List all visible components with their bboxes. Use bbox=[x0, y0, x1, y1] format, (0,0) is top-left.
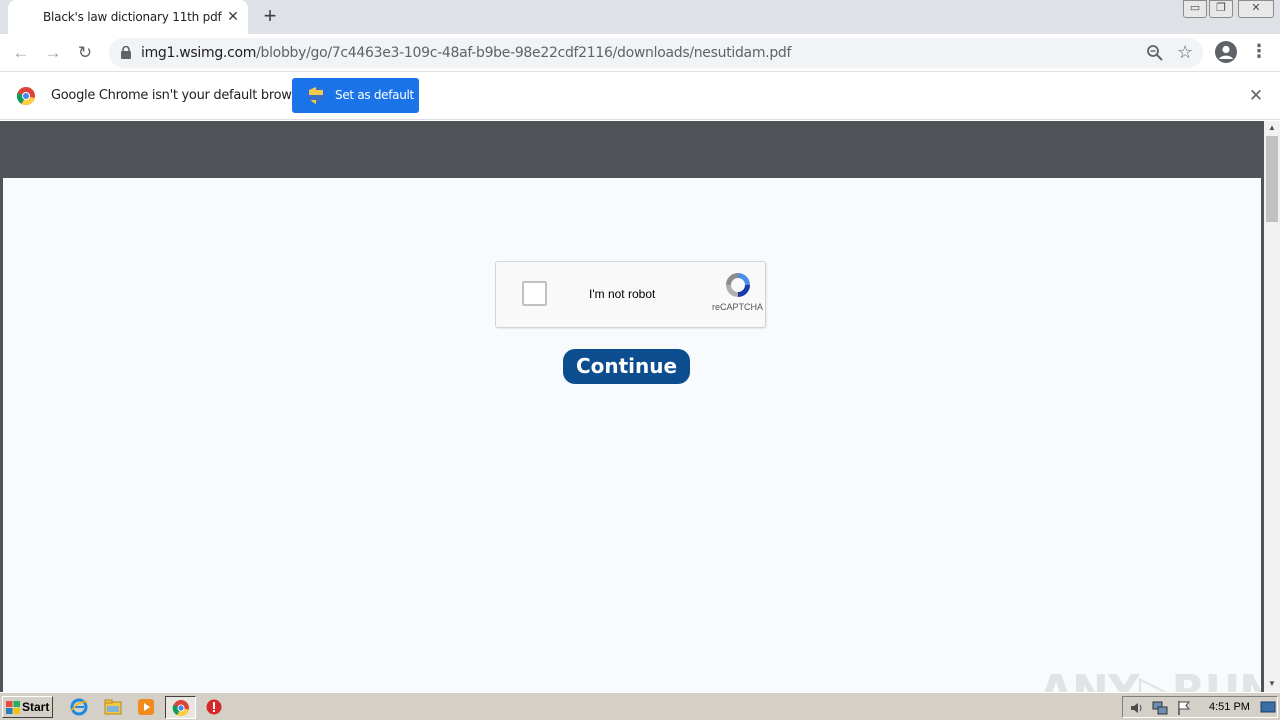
bookmark-star-icon[interactable]: ☆ bbox=[1177, 42, 1193, 63]
network-icon[interactable] bbox=[1151, 699, 1169, 717]
action-center-flag-icon[interactable] bbox=[1175, 699, 1193, 717]
captcha-label: I'm not robot bbox=[589, 287, 656, 301]
page-body: I'm not robot reCAPTCHA Continue ANY▷RUN bbox=[3, 178, 1276, 717]
page-viewport: I'm not robot reCAPTCHA Continue ANY▷RUN bbox=[0, 121, 1276, 717]
internet-explorer-icon[interactable] bbox=[70, 698, 88, 716]
taskbar-clock[interactable]: 4:51 PM bbox=[1209, 701, 1250, 713]
start-button[interactable]: Start bbox=[2, 696, 53, 718]
reload-button[interactable]: ↻ bbox=[71, 39, 99, 67]
scroll-thumb[interactable] bbox=[1266, 136, 1278, 222]
stop-icon[interactable] bbox=[205, 698, 223, 716]
windows-logo-icon bbox=[6, 701, 20, 714]
scroll-up-arrow-icon[interactable]: ▲ bbox=[1264, 121, 1280, 135]
captcha-checkbox[interactable] bbox=[522, 281, 547, 306]
continue-button[interactable]: Continue bbox=[563, 349, 690, 384]
browser-toolbar: ← → ↻ img1.wsimg.com/blobby/go/7c4463e3-… bbox=[0, 34, 1280, 72]
scroll-down-arrow-icon[interactable]: ▼ bbox=[1264, 677, 1280, 691]
lock-icon[interactable] bbox=[121, 46, 131, 59]
system-tray: 4:51 PM bbox=[1122, 696, 1278, 718]
continue-label: Continue bbox=[575, 354, 678, 378]
back-button[interactable]: ← bbox=[7, 39, 35, 67]
set-as-default-button[interactable]: Set as default bbox=[292, 78, 419, 113]
infobar-message: Google Chrome isn't your default browser bbox=[51, 88, 311, 103]
chrome-icon bbox=[17, 87, 35, 105]
recaptcha-widget: I'm not robot reCAPTCHA bbox=[495, 261, 766, 328]
new-tab-button[interactable]: + bbox=[258, 5, 282, 29]
tab-strip: Black's law dictionary 11th pdf ✕ + ▭ ❐ … bbox=[0, 0, 1280, 34]
tab-active[interactable]: Black's law dictionary 11th pdf ✕ bbox=[8, 0, 248, 34]
infobar-close-icon[interactable]: ✕ bbox=[1246, 86, 1266, 106]
window-maximize-button[interactable]: ❐ bbox=[1209, 0, 1233, 18]
window-minimize-button[interactable]: ▭ bbox=[1183, 0, 1207, 18]
taskbar-chrome-button[interactable] bbox=[165, 696, 196, 719]
chrome-icon bbox=[172, 700, 189, 717]
shield-icon bbox=[309, 87, 323, 104]
volume-icon[interactable] bbox=[1128, 699, 1146, 717]
minimize-icon: ▭ bbox=[1189, 2, 1201, 14]
url-path: /blobby/go/7c4463e3-109c-48af-b9be-98e22… bbox=[256, 45, 792, 61]
tab-title: Black's law dictionary 11th pdf bbox=[43, 10, 222, 24]
set-as-default-label: Set as default bbox=[335, 88, 414, 102]
close-icon: ✕ bbox=[1251, 2, 1261, 14]
menu-icon[interactable]: ⋮ bbox=[1250, 40, 1268, 64]
explorer-folder-icon[interactable] bbox=[104, 698, 122, 716]
windows-taskbar: Start 4:51 PM bbox=[0, 692, 1280, 720]
forward-button[interactable]: → bbox=[39, 39, 67, 67]
url-host: img1.wsimg.com bbox=[141, 45, 257, 61]
start-label: Start bbox=[22, 700, 50, 714]
vertical-scrollbar[interactable]: ▲ ▼ bbox=[1264, 121, 1280, 692]
person-icon bbox=[1218, 45, 1234, 59]
account-icon[interactable] bbox=[1215, 41, 1237, 63]
address-bar[interactable]: img1.wsimg.com/blobby/go/7c4463e3-109c-4… bbox=[109, 38, 1203, 68]
restore-icon: ❐ bbox=[1216, 2, 1226, 14]
recaptcha-brand: reCAPTCHA bbox=[712, 302, 764, 312]
default-browser-infobar: Google Chrome isn't your default browser… bbox=[0, 72, 1280, 120]
media-player-icon[interactable] bbox=[137, 698, 155, 716]
recaptcha-logo-icon bbox=[726, 273, 750, 297]
zoom-icon[interactable] bbox=[1146, 44, 1164, 62]
url-text[interactable]: img1.wsimg.com/blobby/go/7c4463e3-109c-4… bbox=[141, 45, 791, 61]
window-close-button[interactable]: ✕ bbox=[1238, 0, 1274, 18]
show-desktop-icon[interactable] bbox=[1260, 699, 1276, 715]
tab-close-icon[interactable]: ✕ bbox=[224, 7, 242, 25]
